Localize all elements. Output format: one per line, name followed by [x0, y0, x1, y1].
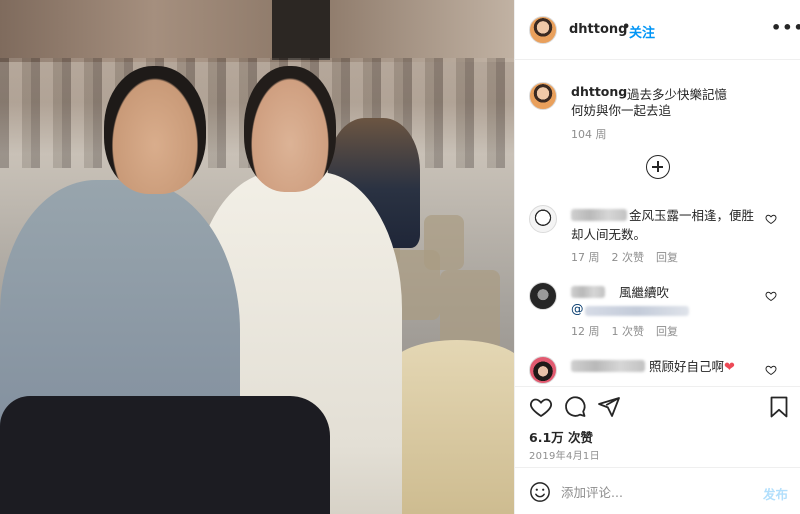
comment-meta: 12 周 1 次赞 回复 [571, 323, 678, 339]
comment-text: 風繼續吹 [619, 285, 670, 300]
comment-timestamp[interactable]: 12 周 [571, 323, 600, 339]
comment-meta: 17 周 2 次赞 回复 [571, 249, 678, 265]
comment-item: 照顾好自己啊❤ [515, 356, 800, 386]
heart-icon[interactable] [765, 364, 777, 376]
blurred-username[interactable] [571, 360, 645, 372]
photo-table [392, 340, 514, 514]
post-actions: 6.1万 次赞 2019年4月1日 发布 [515, 386, 800, 514]
comment-likes[interactable]: 2 次赞 [612, 249, 645, 265]
photo-background-doorway [272, 0, 330, 60]
photo-face-left [104, 66, 206, 194]
photo-chair [424, 215, 464, 270]
caption-username-link[interactable]: dhttong [571, 84, 627, 99]
post-header: dhttong • 关注 ••• [515, 0, 800, 60]
post-photo[interactable] [0, 0, 514, 514]
heart-icon[interactable] [765, 213, 777, 225]
share-icon[interactable] [597, 395, 621, 419]
post-comment-button[interactable]: 发布 [763, 484, 788, 503]
photo-trousers [0, 396, 330, 514]
comment-timestamp[interactable]: 17 周 [571, 249, 600, 265]
heart-icon[interactable] [765, 290, 777, 302]
reply-button[interactable]: 回复 [656, 249, 678, 265]
comment-item: 金风玉露一相逢，便胜 却人间无数。 17 周 2 次赞 回复 [515, 205, 800, 275]
caption-timestamp[interactable]: 104 周 [571, 126, 607, 142]
photo-background-building [0, 0, 514, 62]
caption-text-line-2: 何妨與你一起去追 [571, 103, 672, 118]
blurred-username[interactable] [571, 286, 605, 298]
add-comment-bar: 发布 [515, 467, 800, 514]
post-date[interactable]: 2019年4月1日 [529, 447, 600, 462]
reply-button[interactable]: 回复 [656, 323, 678, 339]
comment-text-line-2: 却人间无数。 [571, 227, 647, 242]
bookmark-icon[interactable] [767, 395, 791, 419]
heart-icon[interactable] [529, 395, 553, 419]
photo-face-right [244, 66, 336, 192]
post-detail-panel: dhttong • 关注 ••• dhttong 過去多少快樂記憶 何妨與你一起… [514, 0, 800, 514]
comment-input[interactable] [561, 480, 751, 504]
photo-chair [440, 270, 500, 350]
comment-likes[interactable]: 1 次赞 [612, 323, 645, 339]
comment-text: 照顾好自己啊❤ [649, 358, 735, 376]
follow-button[interactable]: 关注 [629, 22, 655, 41]
likes-count[interactable]: 6.1万 次赞 [529, 427, 593, 446]
username-link[interactable]: dhttong [569, 22, 627, 37]
add-circle-icon[interactable] [646, 155, 670, 179]
comment-text: 金风玉露一相逢，便胜 [629, 208, 755, 223]
comment-item: 風繼續吹 @ 12 周 1 次赞 回复 [515, 282, 800, 352]
avatar[interactable] [529, 282, 557, 310]
avatar[interactable] [529, 356, 557, 384]
comment-icon[interactable] [563, 395, 587, 419]
blurred-mention[interactable] [585, 306, 689, 316]
blurred-username[interactable] [571, 209, 627, 221]
avatar[interactable] [529, 82, 557, 110]
more-icon[interactable]: ••• [771, 18, 800, 37]
avatar[interactable] [529, 16, 557, 44]
emoji-icon[interactable] [529, 481, 551, 503]
red-heart-emoji: ❤ [724, 360, 735, 375]
avatar[interactable] [529, 205, 557, 233]
comment-mention[interactable]: @ [571, 301, 584, 316]
comment-text-body: 照顾好自己啊 [649, 359, 725, 374]
